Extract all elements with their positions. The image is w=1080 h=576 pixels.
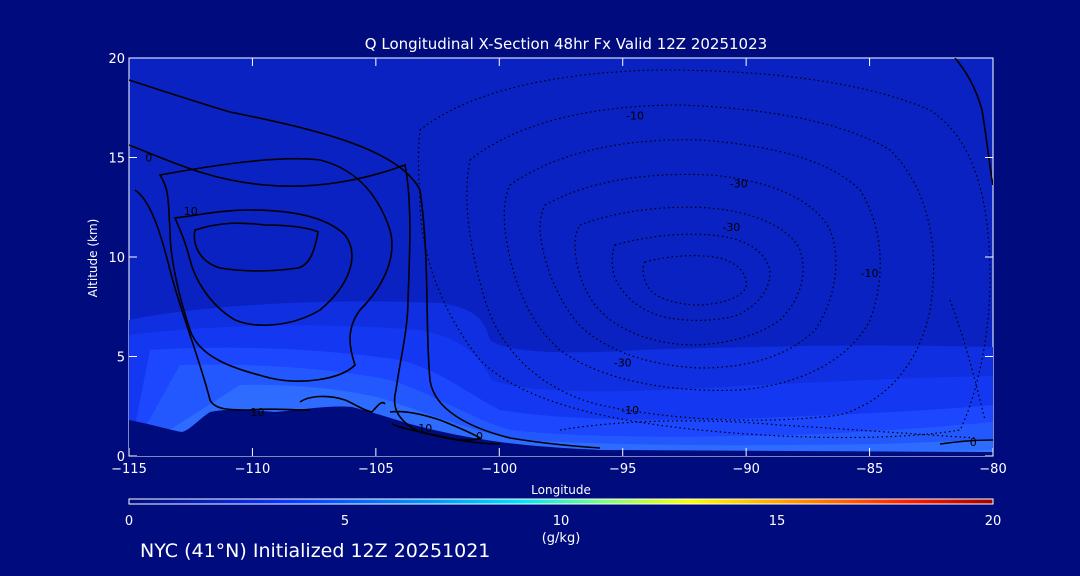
- y-tick-label: 20: [108, 52, 125, 67]
- colorbar-tick-label: 0: [125, 514, 133, 529]
- colorbar-tick-label: 20: [985, 514, 1002, 529]
- y-tick-label: 5: [117, 351, 125, 366]
- chart-page: Q Longitudinal X-Section 48hr Fx Valid 1…: [0, 0, 1080, 576]
- x-tick-label: −95: [609, 462, 636, 477]
- contour-label: 0: [145, 151, 152, 164]
- contour-label: -10: [626, 110, 644, 123]
- contour-label: 10: [250, 406, 264, 419]
- x-tick-label: −80: [979, 462, 1006, 477]
- y-tick-label: 15: [108, 152, 125, 167]
- contour-label: 10: [184, 205, 198, 218]
- x-tick-label: −90: [732, 462, 759, 477]
- y-tick-label: 10: [108, 251, 125, 266]
- contour-label: -30: [722, 221, 740, 234]
- contour-label: 0: [476, 430, 483, 443]
- contour-label: -10: [861, 267, 879, 280]
- colorbar-tick-label: 15: [769, 514, 786, 529]
- chart-title: Q Longitudinal X-Section 48hr Fx Valid 1…: [365, 35, 767, 53]
- x-tick-label: −85: [856, 462, 883, 477]
- colorbar-ticks: 0 5 10 15 20: [125, 514, 1001, 529]
- x-tick-label: −105: [358, 462, 394, 477]
- y-tick-label: 0: [117, 450, 125, 465]
- colorbar-label: (g/kg): [542, 531, 581, 546]
- contour-label: -30: [614, 356, 632, 369]
- colorbar: [128, 498, 994, 505]
- y-axis-label: Altitude (km): [86, 219, 100, 298]
- contour-label: 10: [418, 422, 432, 435]
- cross-section-chart: Q Longitudinal X-Section 48hr Fx Valid 1…: [86, 35, 1007, 546]
- contour-label: -10: [621, 404, 639, 417]
- footer-text: NYC (41°N) Initialized 12Z 20251021: [140, 540, 491, 562]
- contour-label: -30: [730, 177, 748, 190]
- colorbar-tick-label: 5: [341, 514, 349, 529]
- x-tick-label: −100: [481, 462, 517, 477]
- x-tick-label: −110: [235, 462, 271, 477]
- colorbar-tick-label: 10: [553, 514, 570, 529]
- x-axis-label: Longitude: [531, 483, 591, 497]
- contour-label: 0: [970, 436, 977, 449]
